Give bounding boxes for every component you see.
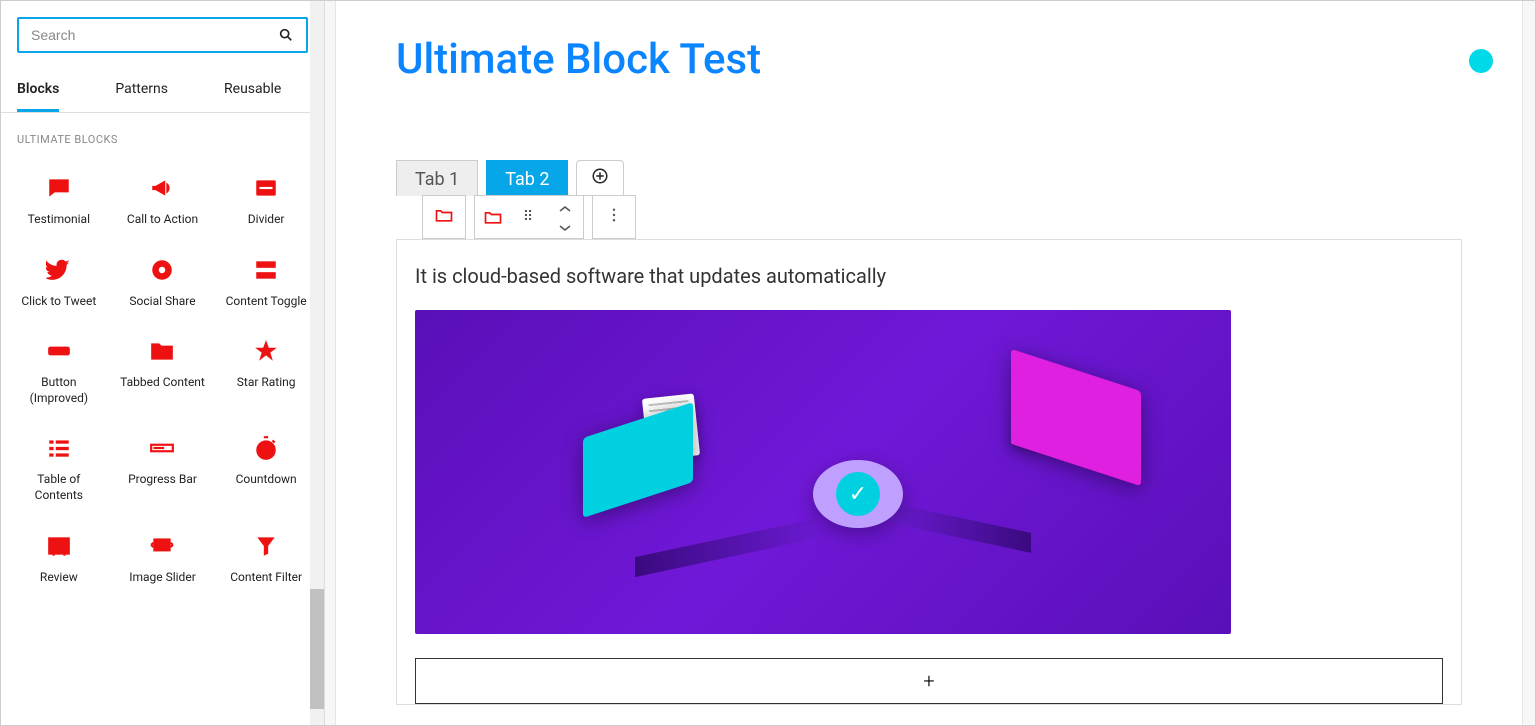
canvas-inner: Ultimate Block Test Tab 1 Tab 2 ⠿ xyxy=(335,1,1523,725)
chevron-down-icon xyxy=(559,217,571,236)
folder-icon xyxy=(434,205,454,229)
star-icon xyxy=(252,337,280,365)
laptop-icon xyxy=(1011,370,1141,465)
add-block-button[interactable]: + xyxy=(415,658,1443,704)
more-vertical-icon xyxy=(605,206,623,228)
block-label: Content Toggle xyxy=(226,294,307,310)
search-icon xyxy=(278,27,294,43)
block-star-rating[interactable]: Star Rating xyxy=(216,325,316,418)
block-label: Star Rating xyxy=(237,375,296,391)
tab-patterns[interactable]: Patterns xyxy=(115,69,168,112)
search-wrap xyxy=(1,1,324,69)
block-label: Social Share xyxy=(129,294,195,310)
tab-content-panel[interactable]: It is cloud-based software that updates … xyxy=(396,239,1462,705)
search-box[interactable] xyxy=(17,17,308,53)
block-label: Call to Action xyxy=(127,212,198,228)
block-table-of-contents[interactable]: Table of Contents xyxy=(9,422,109,515)
add-tab-button[interactable] xyxy=(576,160,624,196)
block-label: Countdown xyxy=(236,472,297,488)
block-label: Divider xyxy=(248,212,285,228)
plus-circle-icon xyxy=(591,167,609,189)
block-social-share[interactable]: Social Share xyxy=(113,244,213,322)
block-call-to-action[interactable]: Call to Action xyxy=(113,162,213,240)
button-icon xyxy=(45,337,73,365)
progress-icon xyxy=(148,434,176,462)
laptop-icon xyxy=(583,420,693,500)
folder-icon xyxy=(148,337,176,365)
block-content-filter[interactable]: Content Filter xyxy=(216,520,316,598)
content-tab-bar: Tab 1 Tab 2 xyxy=(396,160,1462,196)
block-label: Content Filter xyxy=(230,570,302,586)
block-label: Button (Improved) xyxy=(13,375,105,406)
app-root: Blocks Patterns Reusable ULTIMATE BLOCKS… xyxy=(0,0,1536,726)
toolbar-block-type[interactable] xyxy=(475,196,511,238)
content-tab-2[interactable]: Tab 2 xyxy=(486,160,568,196)
rows-icon xyxy=(252,256,280,284)
block-button-improved[interactable]: Button (Improved) xyxy=(9,325,109,418)
block-review[interactable]: Review xyxy=(9,520,109,598)
decoration-strip xyxy=(891,503,1031,553)
content-tab-1[interactable]: Tab 1 xyxy=(396,160,478,196)
stopwatch-icon xyxy=(252,434,280,462)
block-tabbed-content[interactable]: Tabbed Content xyxy=(113,325,213,418)
page-title[interactable]: Ultimate Block Test xyxy=(396,35,1462,84)
toolbar-more-button[interactable] xyxy=(592,195,636,239)
block-label: Review xyxy=(40,570,78,586)
block-countdown[interactable]: Countdown xyxy=(216,422,316,515)
filter-icon xyxy=(252,532,280,560)
sidebar-scrollbar[interactable] xyxy=(310,1,324,725)
block-label: Table of Contents xyxy=(13,472,105,503)
block-label: Click to Tweet xyxy=(21,294,96,310)
block-grid: Testimonial Call to Action Divider Click to… xyxy=(1,154,324,613)
toolbar-parent-button[interactable] xyxy=(422,195,466,239)
chevron-up-icon xyxy=(559,198,571,217)
decoration-strip xyxy=(635,519,815,577)
slider-icon xyxy=(148,532,176,560)
content-paragraph[interactable]: It is cloud-based software that updates … xyxy=(415,264,1443,288)
minus-icon xyxy=(252,174,280,202)
block-label: Tabbed Content xyxy=(120,375,205,391)
search-input[interactable] xyxy=(31,27,278,43)
megaphone-icon xyxy=(148,174,176,202)
block-content-toggle[interactable]: Content Toggle xyxy=(216,244,316,322)
block-image-slider[interactable]: Image Slider xyxy=(113,520,213,598)
block-testimonial[interactable]: Testimonial xyxy=(9,162,109,240)
block-label: Testimonial xyxy=(28,212,90,228)
inserter-tabs: Blocks Patterns Reusable xyxy=(1,69,324,113)
badge-circle-icon xyxy=(1469,49,1493,73)
toolbar-move-updown[interactable] xyxy=(547,196,583,238)
block-click-to-tweet[interactable]: Click to Tweet xyxy=(9,244,109,322)
drag-icon: ⠿ xyxy=(523,209,535,225)
hero-image[interactable]: ✓ xyxy=(415,310,1231,634)
scrollbar-thumb[interactable] xyxy=(310,589,324,709)
tab-blocks[interactable]: Blocks xyxy=(17,69,59,112)
review-icon xyxy=(45,532,73,560)
block-divider[interactable]: Divider xyxy=(216,162,316,240)
cloud-sync-icon: ✓ xyxy=(813,460,903,528)
twitter-icon xyxy=(45,256,73,284)
block-label: Image Slider xyxy=(129,570,196,586)
editor-canvas: Ultimate Block Test Tab 1 Tab 2 ⠿ xyxy=(325,1,1535,725)
toolbar-drag-handle[interactable]: ⠿ xyxy=(511,196,547,238)
section-title: ULTIMATE BLOCKS xyxy=(1,113,324,154)
share-icon xyxy=(148,256,176,284)
block-inserter-sidebar: Blocks Patterns Reusable ULTIMATE BLOCKS… xyxy=(1,1,325,725)
toolbar-group-move: ⠿ xyxy=(474,195,584,239)
block-label: Progress Bar xyxy=(128,472,197,488)
list-icon xyxy=(45,434,73,462)
tab-reusable[interactable]: Reusable xyxy=(224,69,281,112)
block-progress-bar[interactable]: Progress Bar xyxy=(113,422,213,515)
comment-icon xyxy=(45,174,73,202)
block-toolbar: ⠿ xyxy=(422,195,1462,239)
